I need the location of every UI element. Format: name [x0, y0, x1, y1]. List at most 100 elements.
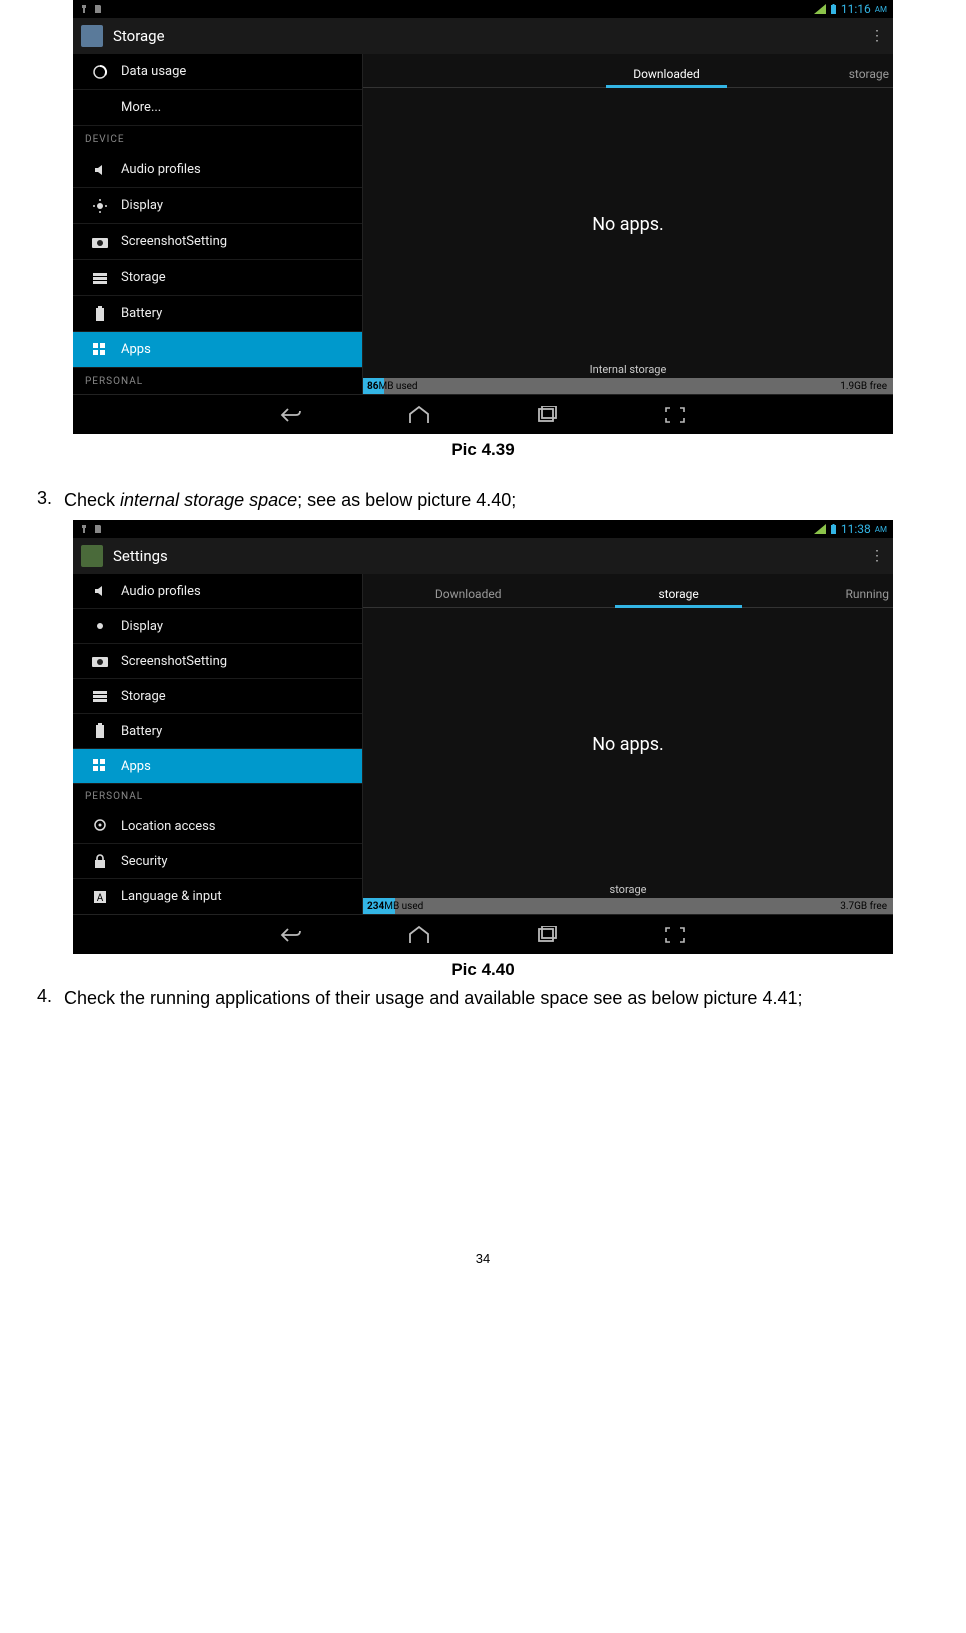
page-number: 34 — [30, 1251, 936, 1266]
sidebar-item-screenshot[interactable]: ScreenshotSetting — [73, 644, 362, 679]
sidebar-item-location[interactable]: Location access — [73, 809, 362, 844]
nav-bar — [73, 394, 893, 434]
app-bar-title: Storage — [113, 27, 870, 45]
overflow-menu-icon[interactable]: ⋮ — [870, 548, 885, 564]
caption-1: Pic 4.39 — [30, 440, 936, 460]
storage-used-val: 86 — [367, 381, 378, 392]
sidebar-item-storage[interactable]: Storage — [73, 260, 362, 296]
caption-2: Pic 4.40 — [30, 960, 936, 980]
data-usage-icon — [91, 63, 109, 81]
app-bar: Storage ⋮ — [73, 18, 893, 54]
apps-icon — [91, 757, 109, 775]
step3-c: ; see as below picture 4.40; — [297, 490, 516, 510]
sidebar-item-more[interactable]: More... — [73, 90, 362, 126]
storage-used-unit: MB used — [378, 381, 417, 392]
home-button[interactable] — [400, 923, 438, 947]
lock-icon — [91, 852, 109, 870]
sd-icon — [93, 524, 103, 534]
tab-downloaded[interactable]: Downloaded — [565, 67, 767, 87]
battery-icon — [830, 524, 837, 535]
storage-free: 1.9GB free — [840, 381, 887, 392]
blank-icon — [91, 99, 109, 117]
recents-button[interactable] — [528, 923, 566, 947]
storage-footer-title: storage — [363, 881, 893, 898]
storage-used: 234MB used — [363, 901, 423, 912]
sidebar-item-label: Display — [121, 619, 163, 634]
tab-hidden-left[interactable] — [363, 81, 565, 87]
sidebar-item-display[interactable]: Display — [73, 188, 362, 224]
sidebar-item-screenshot[interactable]: ScreenshotSetting — [73, 224, 362, 260]
sidebar-item-security[interactable]: Security — [73, 844, 362, 879]
overflow-menu-icon[interactable]: ⋮ — [870, 28, 885, 44]
camera-icon — [91, 652, 109, 670]
sidebar-item-label: Storage — [121, 689, 166, 704]
step-number: 3. — [30, 488, 64, 512]
app-bar-title: Settings — [113, 547, 870, 565]
storage-used-unit: MB used — [384, 901, 423, 912]
recents-button[interactable] — [528, 403, 566, 427]
back-button[interactable] — [272, 923, 310, 947]
settings-header-icon — [81, 545, 103, 567]
sidebar-item-audio[interactable]: Audio profiles — [73, 574, 362, 609]
no-apps-text: No apps. — [363, 88, 893, 361]
sidebar-header-personal: PERSONAL — [73, 784, 362, 809]
storage-footer-title: Internal storage — [363, 361, 893, 378]
svg-text:A: A — [97, 893, 104, 904]
screenshot-2: 11:38 AM Settings ⋮ Audio profiles — [73, 520, 893, 954]
sidebar-item-display[interactable]: Display — [73, 609, 362, 644]
settings-sidebar: Audio profiles Display ScreenshotSetting — [73, 574, 363, 914]
tab-running[interactable]: Running — [784, 587, 893, 607]
sidebar-item-data-usage[interactable]: Data usage — [73, 54, 362, 90]
battery-icon — [91, 305, 109, 323]
signal-icon — [814, 4, 826, 14]
step3-a: Check — [64, 490, 120, 510]
storage-icon — [91, 687, 109, 705]
sd-icon — [93, 4, 103, 14]
display-icon — [91, 617, 109, 635]
sidebar-item-label: More... — [121, 100, 161, 115]
sidebar-item-storage[interactable]: Storage — [73, 679, 362, 714]
sidebar-item-language[interactable]: A Language & input — [73, 879, 362, 914]
battery-icon — [830, 4, 837, 15]
tab-storage[interactable]: storage — [768, 67, 893, 87]
storage-bar: 234MB used 3.7GB free — [363, 898, 893, 914]
tab-storage[interactable]: storage — [573, 587, 783, 607]
usb-icon — [79, 4, 89, 14]
no-apps-text: No apps. — [363, 608, 893, 881]
screenshot-button[interactable] — [656, 403, 694, 427]
sidebar-item-label: Display — [121, 198, 163, 213]
tabs: Downloaded storage Running — [363, 574, 893, 608]
sidebar-item-apps[interactable]: Apps — [73, 749, 362, 784]
status-ampm: AM — [875, 525, 887, 534]
sidebar-item-battery[interactable]: Battery — [73, 714, 362, 749]
sidebar-item-battery[interactable]: Battery — [73, 296, 362, 332]
tab-downloaded[interactable]: Downloaded — [363, 587, 573, 607]
step-3: 3. Check internal storage space; see as … — [30, 488, 936, 512]
home-button[interactable] — [400, 403, 438, 427]
sidebar-item-label: Audio profiles — [121, 584, 201, 599]
storage-used: 86MB used — [363, 381, 418, 392]
back-button[interactable] — [272, 403, 310, 427]
display-icon — [91, 197, 109, 215]
sidebar-item-label: ScreenshotSetting — [121, 654, 227, 669]
audio-icon — [91, 161, 109, 179]
tabs: Downloaded storage — [363, 54, 893, 88]
storage-footer: Internal storage 86MB used 1.9GB free — [363, 361, 893, 394]
status-left-icons — [79, 4, 103, 14]
battery-icon — [91, 722, 109, 740]
storage-free: 3.7GB free — [840, 901, 887, 912]
sidebar-item-audio[interactable]: Audio profiles — [73, 152, 362, 188]
apps-icon — [91, 341, 109, 359]
usb-icon — [79, 524, 89, 534]
sidebar-item-label: Language & input — [121, 889, 222, 904]
sidebar-item-apps[interactable]: Apps — [73, 332, 362, 368]
sidebar-item-label: Battery — [121, 724, 162, 739]
step-4: 4. Check the running applications of the… — [30, 986, 936, 1010]
status-bar: 11:16 AM — [73, 0, 893, 18]
sidebar-item-label: Storage — [121, 270, 166, 285]
content-pane: Downloaded storage No apps. Internal sto… — [363, 54, 893, 394]
sidebar-item-label: Apps — [121, 759, 151, 774]
status-time: 11:16 — [841, 2, 871, 16]
sidebar-item-label: Location access — [121, 819, 216, 834]
screenshot-button[interactable] — [656, 923, 694, 947]
